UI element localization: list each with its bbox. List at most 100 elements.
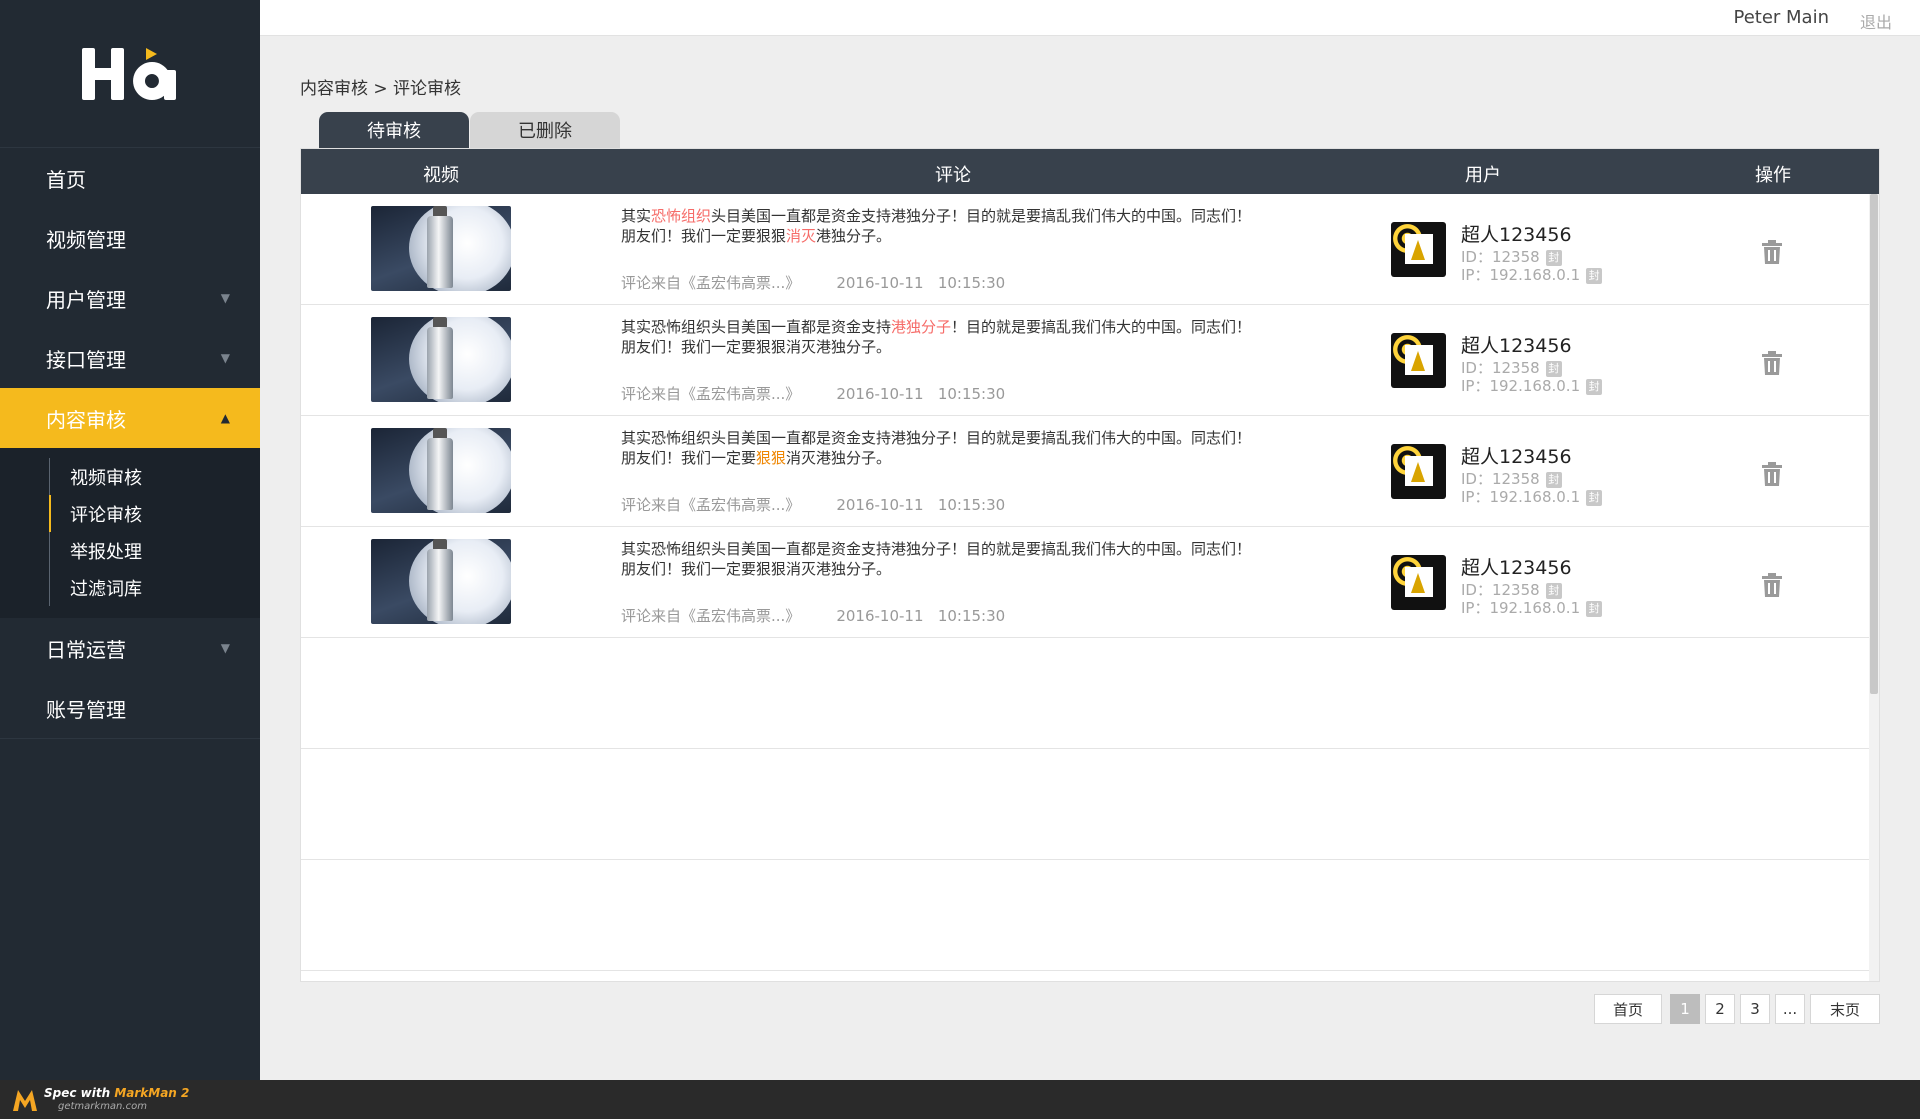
- pagination-ellipsis[interactable]: ...: [1775, 994, 1805, 1024]
- user-ip: IP：192.168.0.1 封: [1461, 597, 1603, 618]
- user-ip: IP：192.168.0.1 封: [1461, 375, 1603, 396]
- user-ip-text: IP：192.168.0.1: [1461, 488, 1581, 506]
- comment-text: 其实恐怖组织头目美国一直都是资金支持港独分子！目的就是要搞乱我们伟大的中国。同志…: [621, 206, 1261, 246]
- comment-meta: 评论来自《孟宏伟高票...》 2016-10-11 10:15:30: [621, 383, 1005, 404]
- sidebar-subitem-label: 视频审核: [70, 467, 142, 489]
- ban-ip-button[interactable]: 封: [1586, 379, 1603, 395]
- footer-brand: MarkMan 2: [114, 1086, 190, 1100]
- comment-time: 10:15:30: [937, 274, 1006, 292]
- table-row: 其实恐怖组织头目美国一直都是资金支持港独分子！目的就是要搞乱我们伟大的中国。同志…: [301, 194, 1871, 305]
- comment-segment: 头目美国一直都是资金支持港独分子！目的就是要搞乱我们伟大的中国。同志们！朋友们！…: [621, 207, 1252, 245]
- user-name-cell[interactable]: 超人123456: [1461, 331, 1572, 358]
- sidebar-item-label: 账号管理: [46, 697, 126, 722]
- column-header-comment: 评论: [935, 165, 971, 186]
- ban-ip-button[interactable]: 封: [1586, 490, 1603, 506]
- sidebar-item-video[interactable]: 视频管理: [0, 208, 260, 268]
- top-bar: Peter Main 退出: [260, 0, 1920, 36]
- thumbnail-bottle: [427, 438, 453, 510]
- comment-source[interactable]: 评论来自《孟宏伟高票...》: [621, 385, 800, 403]
- sidebar-subitem-label: 评论审核: [70, 504, 142, 526]
- pagination-last[interactable]: 末页: [1810, 994, 1880, 1024]
- thumbnail-moon: [409, 539, 511, 624]
- trash-icon[interactable]: [1761, 351, 1783, 375]
- sidebar-item-users[interactable]: 用户管理 ▼: [0, 268, 260, 328]
- thumbnail-moon: [409, 206, 511, 291]
- comment-segment: 恐怖组织: [651, 207, 712, 225]
- table-header: 视频 评论 用户 操作: [301, 149, 1879, 194]
- footer-site: getmarkman.com: [58, 1101, 147, 1112]
- sidebar-item-api[interactable]: 接口管理 ▼: [0, 328, 260, 388]
- sidebar-subitem-reports[interactable]: 举报处理: [0, 532, 260, 569]
- logo[interactable]: [0, 0, 260, 148]
- user-name[interactable]: Peter Main: [1733, 7, 1829, 28]
- logout-link[interactable]: 退出: [1860, 9, 1892, 33]
- video-thumbnail[interactable]: [371, 428, 511, 513]
- empty-row: [301, 638, 1871, 749]
- comment-meta: 评论来自《孟宏伟高票...》 2016-10-11 10:15:30: [621, 494, 1005, 515]
- thumbnail-moon: [409, 428, 511, 513]
- tab-deleted[interactable]: 已删除: [470, 112, 620, 148]
- sidebar-subitem-label: 过滤词库: [70, 578, 142, 600]
- comment-meta: 评论来自《孟宏伟高票...》 2016-10-11 10:15:30: [621, 272, 1005, 293]
- video-thumbnail[interactable]: [371, 539, 511, 624]
- comment-segment: 消灭港独分子。: [786, 449, 892, 467]
- sidebar-item-operations[interactable]: 日常运营 ▼: [0, 618, 260, 678]
- avatar[interactable]: [1391, 444, 1446, 499]
- trash-icon[interactable]: [1761, 462, 1783, 486]
- pagination-page[interactable]: 2: [1705, 994, 1735, 1024]
- comment-time: 10:15:30: [937, 496, 1006, 514]
- comment-segment: 其实: [621, 207, 652, 225]
- sidebar-item-home[interactable]: 首页: [0, 148, 260, 208]
- scrollbar-thumb[interactable]: [1870, 194, 1878, 694]
- user-ip: IP：192.168.0.1 封: [1461, 486, 1603, 507]
- scrollbar[interactable]: [1869, 194, 1879, 981]
- sidebar-subitem-comment-review[interactable]: 评论审核: [0, 495, 260, 532]
- ban-ip-button[interactable]: 封: [1586, 601, 1603, 617]
- sidebar-item-content-review[interactable]: 内容审核 ▲: [0, 388, 260, 448]
- ban-ip-button[interactable]: 封: [1586, 268, 1603, 284]
- avatar[interactable]: [1391, 555, 1446, 610]
- sidebar-subitem-filter-words[interactable]: 过滤词库: [0, 569, 260, 606]
- comment-date: 2016-10-11: [836, 385, 924, 403]
- trash-icon[interactable]: [1761, 240, 1783, 264]
- pagination-first[interactable]: 首页: [1594, 994, 1662, 1024]
- chevron-down-icon: ▼: [220, 641, 230, 655]
- comment-source[interactable]: 评论来自《孟宏伟高票...》: [621, 274, 800, 292]
- video-thumbnail[interactable]: [371, 317, 511, 402]
- comment-source[interactable]: 评论来自《孟宏伟高票...》: [621, 496, 800, 514]
- sidebar-item-accounts[interactable]: 账号管理: [0, 678, 260, 738]
- empty-row: [301, 860, 1871, 971]
- user-name-cell[interactable]: 超人123456: [1461, 442, 1572, 469]
- comment-text: 其实恐怖组织头目美国一直都是资金支持港独分子！目的就是要搞乱我们伟大的中国。同志…: [621, 428, 1261, 468]
- footer: Spec with MarkMan 2 getmarkman.com: [0, 1080, 1920, 1119]
- column-header-video: 视频: [423, 165, 459, 186]
- user-name-cell[interactable]: 超人123456: [1461, 553, 1572, 580]
- comment-source[interactable]: 评论来自《孟宏伟高票...》: [621, 607, 800, 625]
- thumbnail-bottle: [427, 327, 453, 399]
- user-name-cell[interactable]: 超人123456: [1461, 220, 1572, 247]
- column-header-user: 用户: [1465, 165, 1501, 186]
- logo-icon: [82, 47, 176, 100]
- trash-icon[interactable]: [1761, 573, 1783, 597]
- tab-pending[interactable]: 待审核: [319, 112, 469, 148]
- sidebar-item-label: 首页: [46, 167, 86, 192]
- sidebar-subitem-video-review[interactable]: 视频审核: [0, 458, 260, 495]
- video-thumbnail[interactable]: [371, 206, 511, 291]
- footer-spec-text: Spec with MarkMan 2: [44, 1086, 190, 1100]
- comment-segment: 其实恐怖组织头目美国一直都是资金支持港独分子！目的就是要搞乱我们伟大的中国。同志…: [621, 429, 1252, 467]
- pagination-page[interactable]: 1: [1670, 994, 1700, 1024]
- avatar[interactable]: [1391, 333, 1446, 388]
- user-ip-text: IP：192.168.0.1: [1461, 266, 1581, 284]
- thumbnail-moon: [409, 317, 511, 402]
- pagination-page[interactable]: 3: [1740, 994, 1770, 1024]
- table-row: 其实恐怖组织头目美国一直都是资金支持港独分子！目的就是要搞乱我们伟大的中国。同志…: [301, 527, 1871, 638]
- breadcrumb: 内容审核 > 评论审核: [300, 79, 462, 99]
- avatar[interactable]: [1391, 222, 1446, 277]
- chevron-up-icon: ▲: [220, 411, 230, 425]
- sidebar-item-label: 日常运营: [46, 637, 126, 662]
- table-row: 其实恐怖组织头目美国一直都是资金支持港独分子！目的就是要搞乱我们伟大的中国。同志…: [301, 305, 1871, 416]
- comment-date: 2016-10-11: [836, 496, 924, 514]
- sidebar-item-label: 视频管理: [46, 227, 126, 252]
- sidebar-item-label: 接口管理: [46, 347, 126, 372]
- comment-segment: 狠狠: [756, 449, 787, 467]
